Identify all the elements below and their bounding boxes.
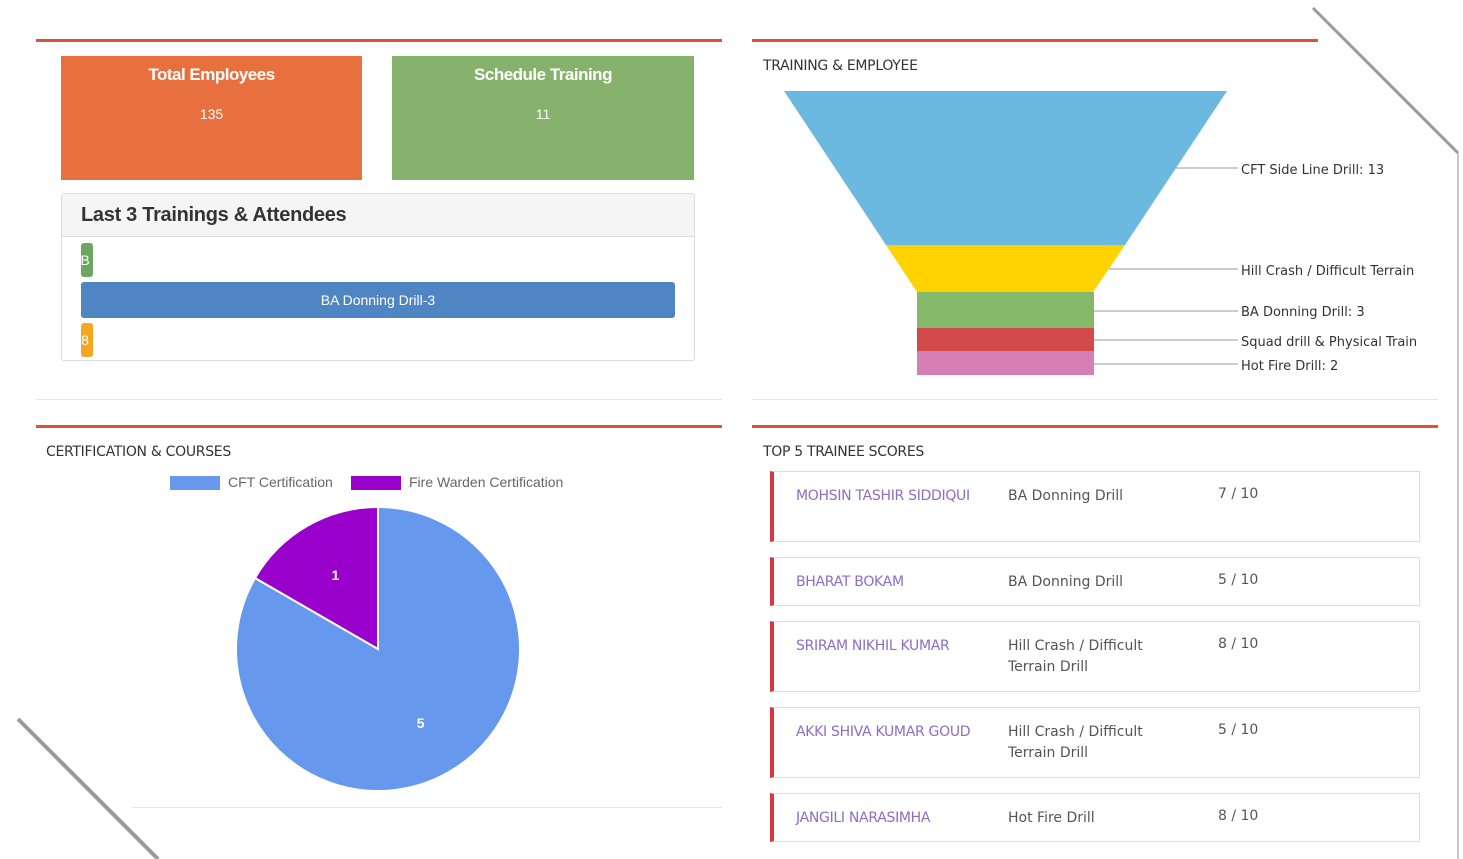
score-row[interactable]: SRIRAM NIKHIL KUMAR Hill Crash / Difficu… [770,621,1420,692]
trainee-name[interactable]: MOHSIN TASHIR SIDDIQUI [796,486,986,507]
trainee-score: 7 / 10 [1218,486,1259,502]
trainee-score: 8 / 10 [1218,636,1259,652]
score-row[interactable]: MOHSIN TASHIR SIDDIQUI BA Donning Drill … [770,471,1420,542]
scores-title: TOP 5 TRAINEE SCORES [763,444,924,460]
score-row[interactable]: AKKI SHIVA KUMAR GOUD Hill Crash / Diffi… [770,707,1420,778]
trainee-name[interactable]: AKKI SHIVA KUMAR GOUD [796,722,986,743]
trainee-score: 5 / 10 [1218,722,1259,738]
pie-slice-label: 1 [332,567,340,583]
trainee-name[interactable]: SRIRAM NIKHIL KUMAR [796,636,986,657]
trainee-course: Hot Fire Drill [1008,810,1095,826]
trainee-course: BA Donning Drill [1008,488,1124,504]
trainee-course: Hill Crash / Difficult Terrain Drill [1008,724,1143,761]
trainee-score: 5 / 10 [1218,572,1259,588]
score-row[interactable]: BHARAT BOKAM BA Donning Drill 5 / 10 [770,557,1420,606]
trainee-name[interactable]: BHARAT BOKAM [796,572,986,593]
trainee-score: 8 / 10 [1218,808,1259,824]
trainee-name[interactable]: JANGILI NARASIMHA [796,808,986,829]
score-row[interactable]: JANGILI NARASIMHA Hot Fire Drill 8 / 10 [770,793,1420,842]
trainee-course: BA Donning Drill [1008,574,1124,590]
pie-slice-label: 5 [417,715,425,731]
trainee-course: Hill Crash / Difficult Terrain Drill [1008,638,1143,675]
